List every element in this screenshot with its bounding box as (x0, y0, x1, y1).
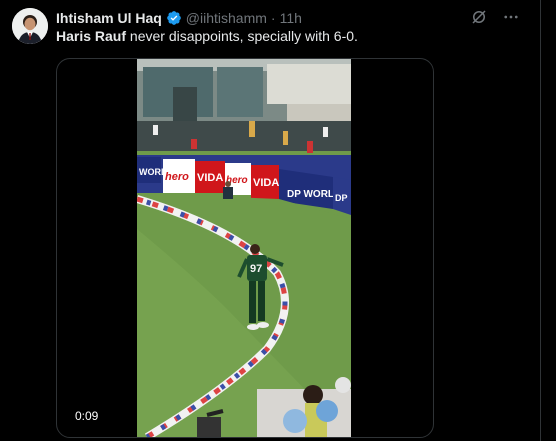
board-dp: DP (335, 193, 348, 203)
board-vida-2: VIDA (253, 177, 279, 189)
avatar-image (12, 8, 48, 44)
user-handle[interactable]: @iihtishamm (186, 10, 267, 26)
tweet-text: Haris Rauf never disappoints, specially … (56, 28, 358, 44)
video-player[interactable]: WORLD hero VIDA hero VIDA DP WORLD DP 97… (56, 58, 434, 438)
video-scene: WORLD hero VIDA hero VIDA DP WORLD DP 97 (137, 59, 351, 437)
board-hero-1: hero (165, 171, 189, 183)
tweet-text-bold: Haris Rauf (56, 28, 127, 44)
display-name[interactable]: Ihtisham Ul Haq (56, 10, 162, 26)
grok-icon[interactable] (470, 8, 488, 26)
avatar[interactable] (12, 8, 48, 44)
more-options-icon[interactable] (502, 8, 520, 26)
tweet-card[interactable]: Ihtisham Ul Haq @iihtishamm · 11h Haris … (0, 0, 541, 441)
separator-dot: · (270, 10, 276, 26)
tweet-actions (470, 8, 520, 26)
video-duration: 0:09 (69, 407, 105, 425)
post-time[interactable]: 11h (280, 10, 302, 26)
board-vida-1: VIDA (197, 172, 223, 184)
tweet-text-rest: never disappoints, specially with 6-0. (126, 28, 358, 44)
video-frame[interactable]: WORLD hero VIDA hero VIDA DP WORLD DP 97 (137, 59, 351, 437)
scroll-gutter (541, 0, 556, 441)
verified-badge-icon (166, 10, 182, 26)
tweet-header: Ihtisham Ul Haq @iihtishamm · 11h (56, 8, 302, 28)
player-jersey-number: 97 (250, 263, 262, 275)
